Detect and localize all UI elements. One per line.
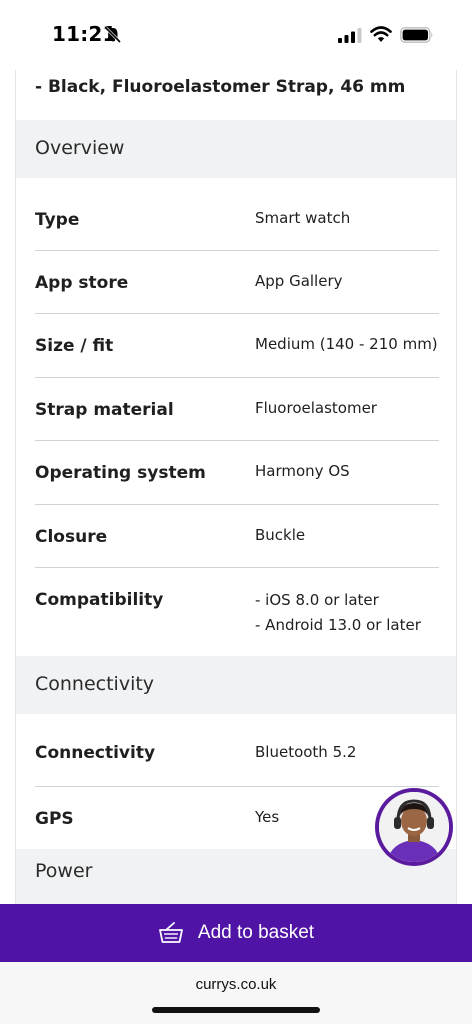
spec-row-strap-material: Strap material Fluoroelastomer (35, 378, 439, 441)
spec-value-line: - iOS 8.0 or later (255, 591, 379, 609)
spec-label: Size / fit (35, 336, 114, 356)
spec-value: Bluetooth 5.2 (255, 743, 357, 761)
spec-value: Medium (140 - 210 mm) (255, 335, 438, 353)
home-indicator[interactable] (152, 1007, 320, 1013)
spec-row-app-store: App store App Gallery (35, 251, 439, 314)
browser-address-bar[interactable]: currys.co.uk (0, 962, 472, 1024)
spec-row-closure: Closure Buckle (35, 505, 439, 568)
person-avatar-icon (379, 792, 449, 862)
spec-value: App Gallery (255, 272, 343, 290)
section-title: Connectivity (35, 673, 155, 695)
spec-row-compatibility: Compatibility - iOS 8.0 or later - Andro… (35, 568, 439, 656)
spec-row-connectivity: Connectivity Bluetooth 5.2 (35, 714, 439, 787)
battery-icon (400, 27, 433, 43)
url-text[interactable]: currys.co.uk (0, 976, 472, 993)
section-overview-header[interactable]: Overview (16, 120, 456, 178)
spec-label: Strap material (35, 400, 174, 420)
section-title: Overview (35, 137, 125, 159)
spec-value: Harmony OS (255, 462, 350, 480)
add-to-basket-label: Add to basket (197, 922, 315, 943)
spec-value: Yes (255, 808, 280, 826)
product-name: - Black, Fluoroelastomer Strap, 46 mm (35, 77, 406, 97)
spec-value: Fluoroelastomer (255, 399, 377, 417)
spec-row-size-fit: Size / fit Medium (140 - 210 mm) (35, 314, 439, 378)
spec-label: GPS (35, 809, 74, 829)
bell-muted-icon (104, 26, 122, 44)
spec-label: Closure (35, 527, 108, 547)
spec-value: Buckle (255, 526, 306, 544)
spec-label: Compatibility (35, 590, 164, 610)
cellular-signal-icon (338, 28, 362, 43)
avatar (379, 792, 449, 862)
basket-icon (158, 922, 183, 943)
section-title: Power (35, 860, 93, 882)
spec-label: Type (35, 210, 80, 230)
spec-row-type: Type Smart watch (35, 178, 439, 251)
product-specifications: - Black, Fluoroelastomer Strap, 46 mm Ov… (15, 70, 457, 904)
status-bar: 11:21 (0, 0, 472, 70)
spec-value-line: - Android 13.0 or later (255, 616, 421, 634)
spec-value: Smart watch (255, 209, 351, 227)
spec-label: Operating system (35, 463, 206, 483)
spec-label: App store (35, 273, 129, 293)
section-connectivity-header[interactable]: Connectivity (16, 656, 456, 714)
spec-row-operating-system: Operating system Harmony OS (35, 441, 439, 505)
add-to-basket-button[interactable]: Add to basket (0, 904, 472, 962)
wifi-icon (370, 26, 392, 42)
spec-label: Connectivity (35, 743, 156, 763)
chat-assistant-avatar-button[interactable] (375, 788, 453, 866)
